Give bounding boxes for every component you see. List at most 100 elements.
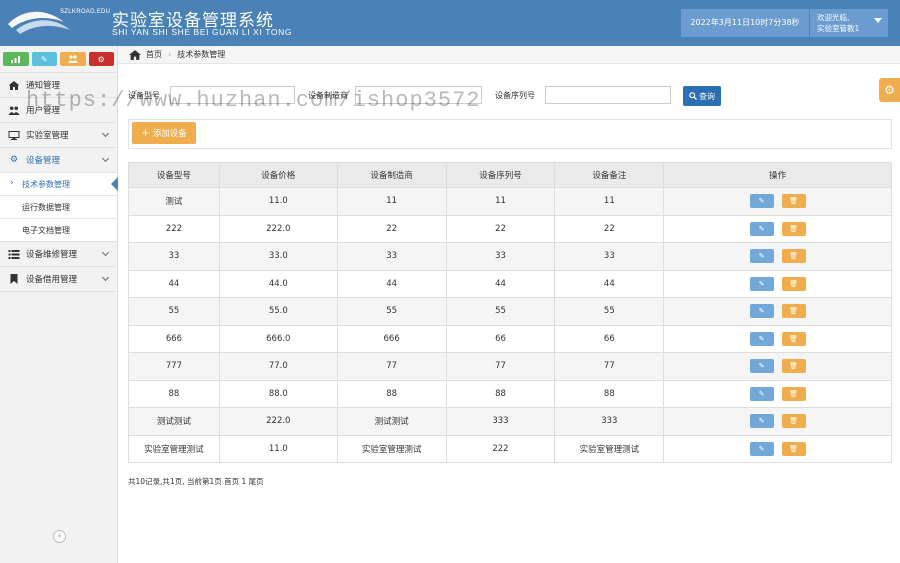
delete-button[interactable]: 🗑 <box>781 414 806 429</box>
edit-button[interactable]: ✎ <box>749 249 774 264</box>
query-button[interactable]: 查询 <box>683 86 721 106</box>
sidebar-item-users[interactable]: 用户管理 <box>0 97 117 122</box>
column-header: 设备制造商 <box>336 162 447 188</box>
table-cell: 88 <box>128 379 220 408</box>
table-cell: 55 <box>445 297 556 326</box>
actions-cell: ✎ 🗑 <box>663 407 892 436</box>
edit-button[interactable]: ✎ <box>749 194 774 209</box>
actions-cell: ✎ 🗑 <box>663 269 892 298</box>
table-cell: 333 <box>445 407 556 436</box>
trash-icon: 🗑 <box>789 279 799 288</box>
sidebar-item-repair[interactable]: 设备维修管理 <box>0 241 117 266</box>
model-label: 设备型号 <box>128 91 160 100</box>
edit-button[interactable]: ✎ <box>749 414 774 429</box>
table-cell: 66 <box>554 324 665 353</box>
sidebar-item-label: 通知管理 <box>26 81 61 91</box>
search-form: 设备型号 设备制造商 设备序列号 查询 <box>128 86 828 106</box>
sidebar-collapse-button[interactable]: « <box>53 530 66 543</box>
maker-input[interactable] <box>355 86 482 104</box>
column-header: 设备备注 <box>554 162 665 188</box>
delete-button[interactable]: 🗑 <box>781 359 806 374</box>
sidebar-item-lab[interactable]: 实验室管理 <box>0 122 117 147</box>
table-cell: 33 <box>554 242 665 271</box>
model-input[interactable] <box>170 86 295 104</box>
username: 实验室管教1 <box>817 24 860 33</box>
actions-cell: ✎ 🗑 <box>663 297 892 326</box>
shortcut-stats-button[interactable] <box>3 52 29 66</box>
table-cell: 66 <box>445 324 556 353</box>
chevron-down-icon <box>101 154 110 163</box>
column-header: 操作 <box>663 162 892 188</box>
shortcut-edit-button[interactable]: ✎ <box>31 52 57 66</box>
table-cell: 33.0 <box>218 242 338 271</box>
serial-input[interactable] <box>545 86 671 104</box>
desktop-icon <box>8 130 20 140</box>
home-icon <box>129 49 141 60</box>
edit-button[interactable]: ✎ <box>749 221 774 236</box>
table-cell: 333 <box>554 407 665 436</box>
edit-button[interactable]: ✎ <box>749 331 774 346</box>
sidebar-item-notice[interactable]: 通知管理 <box>0 72 117 97</box>
sidebar: ✎ ⚙ 通知管理 用户管理 实验室管理 ⚙ 设备管理 技术参数管理 运行数据管理… <box>0 46 118 563</box>
breadcrumb-home-link[interactable]: 首页 <box>146 49 162 60</box>
chevron-right-icon: › <box>168 50 172 59</box>
user-menu[interactable]: 欢迎光临, 实验室管教1 <box>810 9 888 37</box>
edit-icon: ✎ <box>758 197 765 206</box>
submenu-item-run-data[interactable]: 运行数据管理 <box>0 195 117 218</box>
table-cell: 33 <box>128 242 220 271</box>
delete-button[interactable]: 🗑 <box>781 276 806 291</box>
delete-button[interactable]: 🗑 <box>781 441 806 456</box>
delete-button[interactable]: 🗑 <box>781 386 806 401</box>
delete-button[interactable]: 🗑 <box>781 331 806 346</box>
pencil-icon: ✎ <box>40 54 48 64</box>
row-actions: ✎ 🗑 <box>664 359 891 374</box>
table-row: 实验室管理测试 11.0 实验室管理测试 222 实验室管理测试 ✎ 🗑 <box>128 434 892 463</box>
gear-icon: ⚙ <box>884 83 895 97</box>
table-cell: 测试 <box>128 187 220 216</box>
table-cell: 88 <box>445 379 556 408</box>
delete-button[interactable]: 🗑 <box>781 194 806 209</box>
sidebar-item-device[interactable]: ⚙ 设备管理 <box>0 147 117 172</box>
edit-button[interactable]: ✎ <box>749 359 774 374</box>
toolbar-panel: + 添加设备 <box>128 119 892 149</box>
sidebar-item-borrow[interactable]: 设备借用管理 <box>0 266 117 291</box>
row-actions: ✎ 🗑 <box>664 414 891 429</box>
logo-text: SZLKROAD.EDU <box>60 9 111 15</box>
table-cell: 44 <box>128 269 220 298</box>
table-row: 33 33.0 33 33 33 ✎ 🗑 <box>128 242 892 271</box>
delete-button[interactable]: 🗑 <box>781 304 806 319</box>
serial-label: 设备序列号 <box>495 91 535 100</box>
table-cell: 测试测试 <box>128 407 220 436</box>
trash-icon: 🗑 <box>789 307 799 316</box>
shortcut-users-button[interactable] <box>60 52 86 66</box>
chevron-down-icon <box>101 248 110 257</box>
table-cell: 44.0 <box>218 269 338 298</box>
table-cell: 44 <box>336 269 447 298</box>
breadcrumb: 首页 › 技术参数管理 <box>118 46 900 64</box>
chevron-down-icon <box>101 129 110 138</box>
table-cell: 44 <box>445 269 556 298</box>
table-body: 测试 11.0 11 11 11 ✎ 🗑 222 222.0 22 22 22 ✎ 🗑 33 33.0 33 33… <box>128 187 892 463</box>
edit-button[interactable]: ✎ <box>749 304 774 319</box>
submenu-item-documents[interactable]: 电子文档管理 <box>0 218 117 241</box>
users-icon <box>67 55 78 63</box>
settings-toggle-button[interactable]: ⚙ <box>879 78 900 102</box>
edit-icon: ✎ <box>758 417 765 426</box>
edit-button[interactable]: ✎ <box>749 386 774 401</box>
table-row: 55 55.0 55 55 55 ✎ 🗑 <box>128 297 892 326</box>
home-icon <box>8 80 20 90</box>
bar-chart-icon <box>11 55 21 63</box>
shortcut-settings-button[interactable]: ⚙ <box>88 52 114 66</box>
search-icon <box>689 92 697 100</box>
trash-icon: 🗑 <box>789 224 799 233</box>
trash-icon: 🗑 <box>789 389 799 398</box>
bookmark-icon <box>10 274 18 284</box>
delete-button[interactable]: 🗑 <box>781 249 806 264</box>
submenu-item-tech-params[interactable]: 技术参数管理 <box>0 172 118 195</box>
delete-button[interactable]: 🗑 <box>781 221 806 236</box>
edit-button[interactable]: ✎ <box>749 441 774 456</box>
edit-button[interactable]: ✎ <box>749 276 774 291</box>
submenu-item-label: 运行数据管理 <box>22 202 70 212</box>
row-actions: ✎ 🗑 <box>664 194 891 209</box>
add-device-button[interactable]: + 添加设备 <box>132 122 196 144</box>
